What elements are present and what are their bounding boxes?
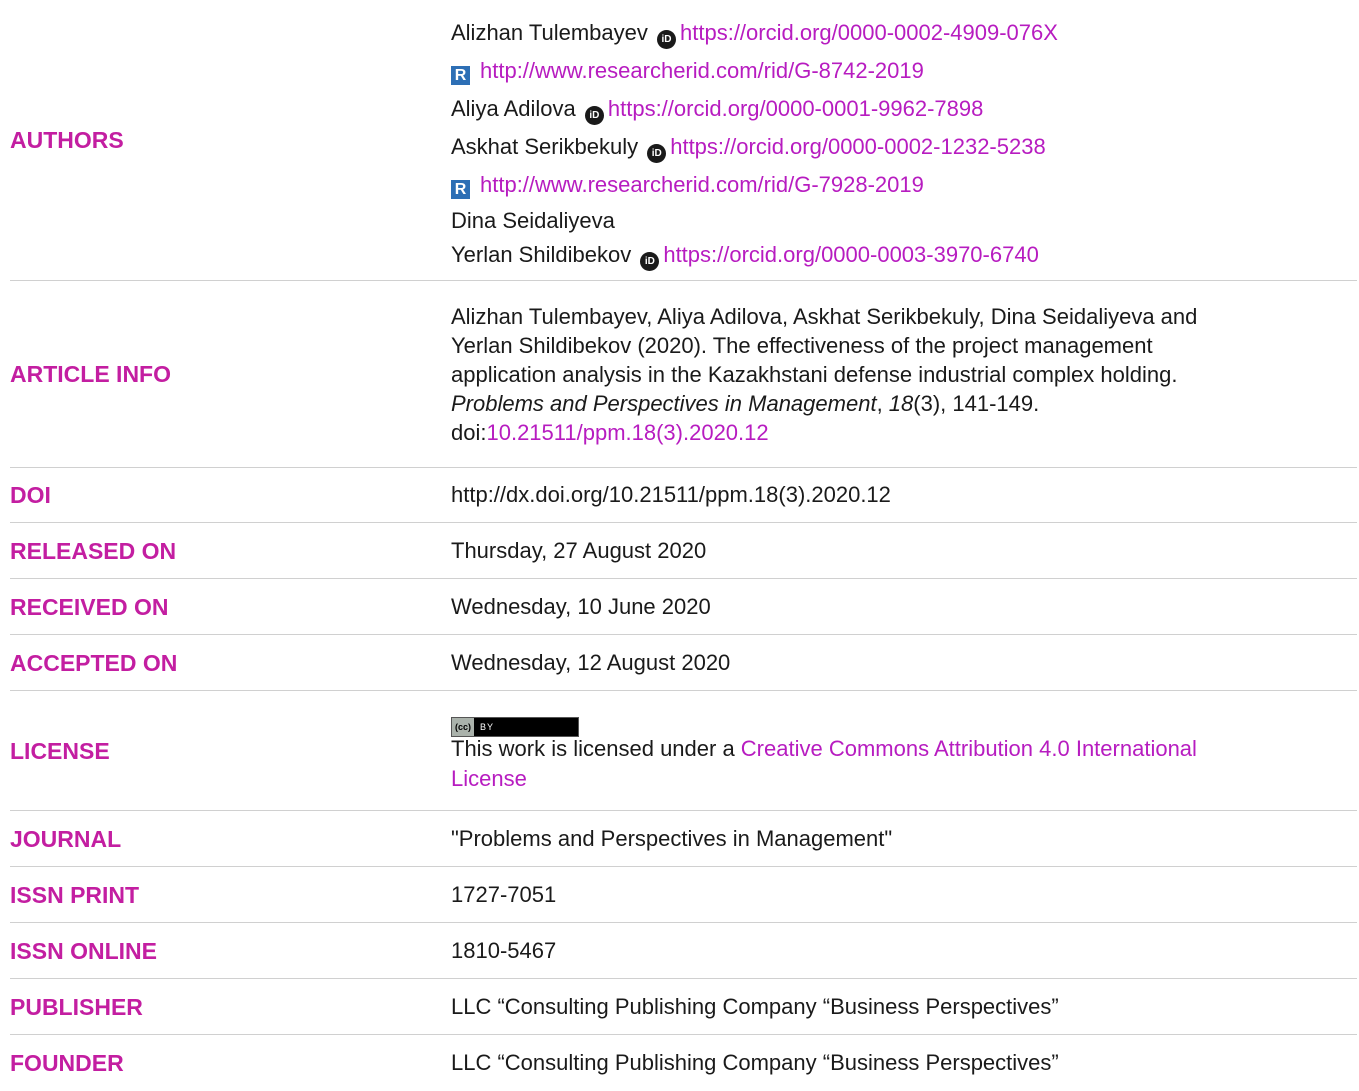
article-metadata-table: AUTHORS Alizhan Tulembayev iD https://orc… <box>10 0 1357 1091</box>
author-entry: Aliya Adilova iD https://orcid.org/0000-0… <box>451 90 1357 128</box>
license-link-continued[interactable]: License <box>451 766 527 791</box>
author-name: Dina Seidaliyeva <box>451 208 615 233</box>
label-received-on: RECEIVED ON <box>10 593 169 620</box>
cc-badge-wrap: (cc) BY <box>451 708 1357 737</box>
label-license: LICENSE <box>10 737 110 764</box>
received-on-value: Wednesday, 10 June 2020 <box>451 593 711 619</box>
label-issn-print: ISSN PRINT <box>10 881 140 908</box>
citation-line: application analysis in the Kazakhstani … <box>451 361 1178 387</box>
row-received-on: RECEIVED ON Wednesday, 10 June 2020 <box>10 579 1357 635</box>
author-orcid-link[interactable]: https://orcid.org/0000-0001-9962-7898 <box>608 96 983 121</box>
row-journal: JOURNAL "Problems and Perspectives in Ma… <box>10 811 1357 867</box>
researcherid-icon: R <box>451 180 470 199</box>
citation-issue-pages: (3), 141-149. <box>913 390 1040 416</box>
author-entry: Askhat Serikbekuly iD https://orcid.org/0… <box>451 128 1357 166</box>
label-doi: DOI <box>10 482 51 508</box>
label-accepted-on: ACCEPTED ON <box>10 649 178 676</box>
author-name: Aliya Adilova <box>451 96 576 121</box>
released-on-value: Thursday, 27 August 2020 <box>451 537 707 563</box>
row-article-info: ARTICLE INFO Alizhan Tulembayev, Aliya A… <box>10 281 1357 468</box>
label-journal: JOURNAL <box>10 825 122 852</box>
author-name: Yerlan Shildibekov <box>451 242 632 267</box>
orcid-icon: iD <box>657 30 677 49</box>
author-researcherid: Rhttp://www.researcherid.com/rid/G-8742-… <box>451 52 1357 90</box>
row-accepted-on: ACCEPTED ON Wednesday, 12 August 2020 <box>10 635 1357 691</box>
researcherid-icon: R <box>451 66 470 85</box>
label-released-on: RELEASED ON <box>10 537 177 564</box>
row-publisher: PUBLISHER LLC “Consulting Publishing Com… <box>10 979 1357 1035</box>
license-value: (cc) BY This work is licensed under a Cr… <box>451 708 1357 794</box>
author-name: Askhat Serikbekuly <box>451 134 639 159</box>
author-researcherid-link[interactable]: http://www.researcherid.com/rid/G-8742-2… <box>480 58 924 83</box>
cc-icon: (cc) <box>452 717 475 736</box>
row-authors: AUTHORS Alizhan Tulembayev iD https://orc… <box>10 0 1357 281</box>
publisher-value: LLC “Consulting Publishing Company “Busi… <box>451 993 1059 1019</box>
citation-doi-link[interactable]: 10.21511/ppm.18(3).2020.12 <box>486 420 768 445</box>
orcid-icon: iD <box>647 144 667 163</box>
license-text-line: This work is licensed under a Creative C… <box>451 734 1357 764</box>
author-entry: Yerlan Shildibekov iD https://orcid.org/0… <box>451 238 1357 272</box>
orcid-icon: iD <box>640 252 660 271</box>
label-authors: AUTHORS <box>10 127 124 153</box>
issn-print-value: 1727-7051 <box>451 881 557 907</box>
citation-line: Yerlan Shildibekov (2020). The effective… <box>451 332 1153 358</box>
journal-value: "Problems and Perspectives in Management… <box>451 825 893 851</box>
license-link[interactable]: Creative Commons Attribution 4.0 Interna… <box>741 736 1197 761</box>
row-released-on: RELEASED ON Thursday, 27 August 2020 <box>10 523 1357 579</box>
citation-volume: 18 <box>888 390 914 416</box>
author-entry: Dina Seidaliyeva <box>451 204 1357 238</box>
license-text-line: License <box>451 764 1357 794</box>
issn-online-value: 1810-5467 <box>451 937 557 963</box>
author-orcid-link[interactable]: https://orcid.org/0000-0002-4909-076X <box>680 20 1058 45</box>
label-article-info: ARTICLE INFO <box>10 361 171 387</box>
doi-value: http://dx.doi.org/10.21511/ppm.18(3).202… <box>451 482 891 507</box>
author-orcid-link[interactable]: https://orcid.org/0000-0002-1232-5238 <box>670 134 1045 159</box>
citation-journal: Problems and Perspectives in Management <box>451 390 877 416</box>
author-name: Alizhan Tulembayev <box>451 20 648 45</box>
citation-line: Alizhan Tulembayev, Aliya Adilova, Askha… <box>451 303 1198 329</box>
label-publisher: PUBLISHER <box>10 993 143 1020</box>
row-license: LICENSE (cc) BY This work is licensed un… <box>10 691 1357 811</box>
row-issn-print: ISSN PRINT 1727-7051 <box>10 867 1357 923</box>
author-entry: Alizhan Tulembayev iD https://orcid.org/0… <box>451 14 1357 52</box>
author-researcherid: Rhttp://www.researcherid.com/rid/G-7928-… <box>451 166 1357 204</box>
authors-list: Alizhan Tulembayev iD https://orcid.org/0… <box>451 8 1357 272</box>
citation-line: Problems and Perspectives in Management,… <box>451 390 1040 416</box>
row-founder: FOUNDER LLC “Consulting Publishing Compa… <box>10 1035 1357 1091</box>
row-doi: DOI http://dx.doi.org/10.21511/ppm.18(3)… <box>10 468 1357 523</box>
author-orcid-link[interactable]: https://orcid.org/0000-0003-3970-6740 <box>663 242 1038 267</box>
label-issn-online: ISSN ONLINE <box>10 937 157 964</box>
author-researcherid-link[interactable]: http://www.researcherid.com/rid/G-7928-2… <box>480 172 924 197</box>
article-citation: Alizhan Tulembayev, Aliya Adilova, Askha… <box>451 302 1357 447</box>
license-text: This work is licensed under a <box>451 735 741 761</box>
row-issn-online: ISSN ONLINE 1810-5467 <box>10 923 1357 979</box>
label-founder: FOUNDER <box>10 1050 124 1076</box>
citation-line: doi:10.21511/ppm.18(3).2020.12 <box>451 419 769 445</box>
founder-value: LLC “Consulting Publishing Company “Busi… <box>451 1050 1059 1075</box>
accepted-on-value: Wednesday, 12 August 2020 <box>451 649 731 675</box>
orcid-icon: iD <box>584 106 604 125</box>
